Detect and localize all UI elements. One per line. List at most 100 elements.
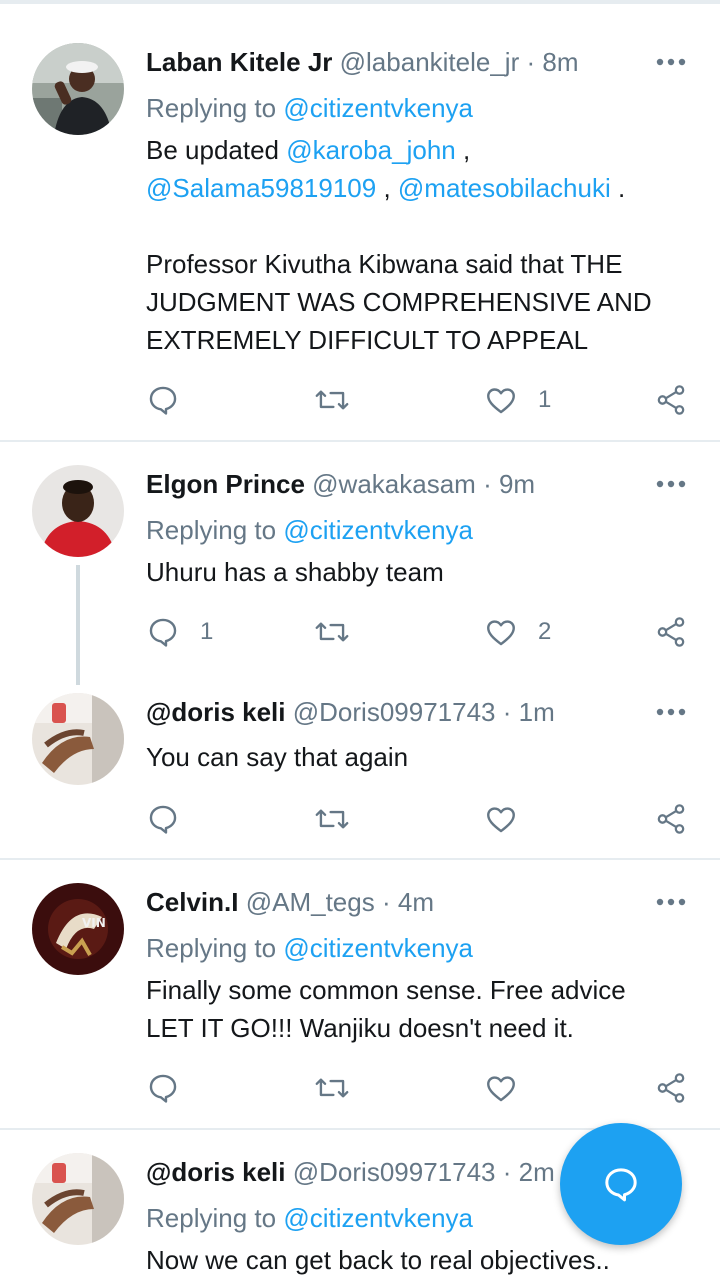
- like-button[interactable]: [484, 799, 518, 839]
- avatar[interactable]: VIN: [32, 883, 124, 975]
- text-line: EXTREMELY DIFFICULT TO APPEAL: [146, 325, 589, 355]
- share-button[interactable]: [654, 380, 688, 420]
- replying-handle-link[interactable]: @citizentvkenya: [283, 1203, 473, 1233]
- replying-prefix: Replying to: [146, 515, 284, 545]
- share-button[interactable]: [654, 612, 688, 652]
- mention-link[interactable]: @matesobilachuki: [398, 173, 611, 203]
- reply-button[interactable]: [146, 799, 180, 839]
- compose-reply-icon: [605, 1168, 637, 1202]
- replying-handle-link[interactable]: @citizentvkenya: [283, 933, 473, 963]
- more-icon: [656, 480, 686, 488]
- tweet-header: @doris keli @Doris09971743 · 2m: [146, 1155, 555, 1189]
- avatar[interactable]: [32, 43, 124, 135]
- heart-icon: [487, 807, 515, 833]
- tweet-actions: [146, 1068, 692, 1108]
- reply-button[interactable]: [146, 380, 200, 420]
- tweet-elgon[interactable]: Elgon Prince @wakakasam · 9m Replying to…: [0, 442, 720, 685]
- avatar[interactable]: [32, 465, 124, 557]
- like-count: 2: [538, 618, 552, 645]
- reply-icon: [149, 386, 177, 415]
- text-segment: ,: [455, 135, 471, 165]
- tweet-actions: 1: [146, 380, 692, 420]
- tweet-header: Elgon Prince @wakakasam · 9m: [146, 467, 535, 501]
- more-options-button[interactable]: [654, 45, 688, 79]
- share-icon: [657, 617, 685, 647]
- replying-handle-link[interactable]: @citizentvkenya: [283, 515, 473, 545]
- display-name[interactable]: Laban Kitele Jr: [146, 47, 332, 77]
- more-options-button[interactable]: [654, 467, 688, 501]
- handle[interactable]: @Doris09971743: [293, 697, 496, 727]
- timestamp[interactable]: 2m: [519, 1157, 555, 1187]
- display-name[interactable]: @doris keli: [146, 697, 286, 727]
- heart-icon: [487, 388, 515, 414]
- avatar[interactable]: [32, 1153, 124, 1245]
- retweet-button[interactable]: [314, 1068, 350, 1108]
- display-name[interactable]: Celvin.I: [146, 887, 238, 917]
- timestamp[interactable]: 4m: [398, 887, 434, 917]
- handle[interactable]: @labankitele_jr: [340, 47, 520, 77]
- separator: ·: [381, 887, 391, 917]
- tweet-text: Finally some common sense. Free advice L…: [146, 971, 686, 1047]
- thread-connector-line: [76, 565, 80, 685]
- display-name[interactable]: Elgon Prince: [146, 469, 305, 499]
- retweet-button[interactable]: [314, 799, 350, 839]
- avatar[interactable]: [32, 693, 124, 785]
- handle[interactable]: @Doris09971743: [293, 1157, 496, 1187]
- share-icon: [657, 385, 685, 415]
- mention-link[interactable]: @Salama59819109: [146, 173, 376, 203]
- compose-reply-button[interactable]: [560, 1123, 682, 1245]
- timestamp[interactable]: 1m: [519, 697, 555, 727]
- text-line: Finally some common sense. Free advice: [146, 975, 626, 1005]
- mention-link[interactable]: @karoba_john: [286, 135, 456, 165]
- svg-text:VIN: VIN: [82, 916, 106, 930]
- separator: ·: [502, 1157, 512, 1187]
- tweet-text: Uhuru has a shabby team: [146, 553, 686, 591]
- share-button[interactable]: [654, 799, 688, 839]
- tweet-text: Be updated @karoba_john , @Salama5981910…: [146, 131, 686, 359]
- replying-handle-link[interactable]: @citizentvkenya: [283, 93, 473, 123]
- like-button[interactable]: [484, 1068, 518, 1108]
- tweet-text: Now we can get back to real objectives..: [146, 1241, 686, 1279]
- tweet-header: Celvin.I @AM_tegs · 4m: [146, 885, 434, 919]
- handle[interactable]: @AM_tegs: [246, 887, 375, 917]
- replying-prefix: Replying to: [146, 1203, 284, 1233]
- like-button[interactable]: 2: [484, 612, 551, 652]
- heart-icon: [487, 620, 515, 646]
- text-line: Uhuru has a shabby team: [146, 557, 444, 587]
- share-button[interactable]: [654, 1068, 688, 1108]
- replying-prefix: Replying to: [146, 93, 284, 123]
- timestamp[interactable]: 8m: [542, 47, 578, 77]
- reply-button[interactable]: 1: [146, 612, 213, 652]
- text-line: JUDGMENT WAS COMPREHENSIVE AND: [146, 287, 652, 317]
- retweet-icon: [315, 809, 349, 829]
- tweet-actions: [146, 799, 692, 839]
- retweet-icon: [315, 622, 349, 642]
- display-name[interactable]: @doris keli: [146, 1157, 286, 1187]
- like-button[interactable]: 1: [484, 380, 551, 420]
- text-segment: .: [610, 173, 626, 203]
- retweet-icon: [315, 390, 349, 410]
- separator: ·: [502, 697, 512, 727]
- timestamp[interactable]: 9m: [499, 469, 535, 499]
- text-line: Now we can get back to real objectives..: [146, 1245, 610, 1275]
- replying-to: Replying to @citizentvkenya: [146, 91, 473, 125]
- replying-prefix: Replying to: [146, 933, 284, 963]
- more-options-button[interactable]: [654, 885, 688, 919]
- tweet-text: You can say that again: [146, 738, 686, 776]
- retweet-button[interactable]: [314, 380, 350, 420]
- more-icon: [656, 58, 686, 66]
- handle[interactable]: @wakakasam: [312, 469, 476, 499]
- text-segment: Be updated: [146, 135, 287, 165]
- reply-icon: [149, 805, 177, 834]
- tweet-laban[interactable]: Laban Kitele Jr @labankitele_jr · 8m Rep…: [0, 0, 720, 440]
- retweet-icon: [315, 1078, 349, 1098]
- heart-icon: [487, 1076, 515, 1102]
- retweet-button[interactable]: [314, 612, 350, 652]
- separator: ·: [483, 469, 492, 499]
- tweet-celvin[interactable]: VIN Celvin.I @AM_tegs · 4m Replying to @…: [0, 860, 720, 1128]
- reply-button[interactable]: [146, 1068, 180, 1108]
- more-options-button[interactable]: [654, 695, 688, 729]
- tweet-doris-thread[interactable]: @doris keli @Doris09971743 · 1m You can …: [0, 677, 720, 858]
- tweet-header: @doris keli @Doris09971743 · 1m: [146, 695, 555, 729]
- like-count: 1: [538, 386, 552, 413]
